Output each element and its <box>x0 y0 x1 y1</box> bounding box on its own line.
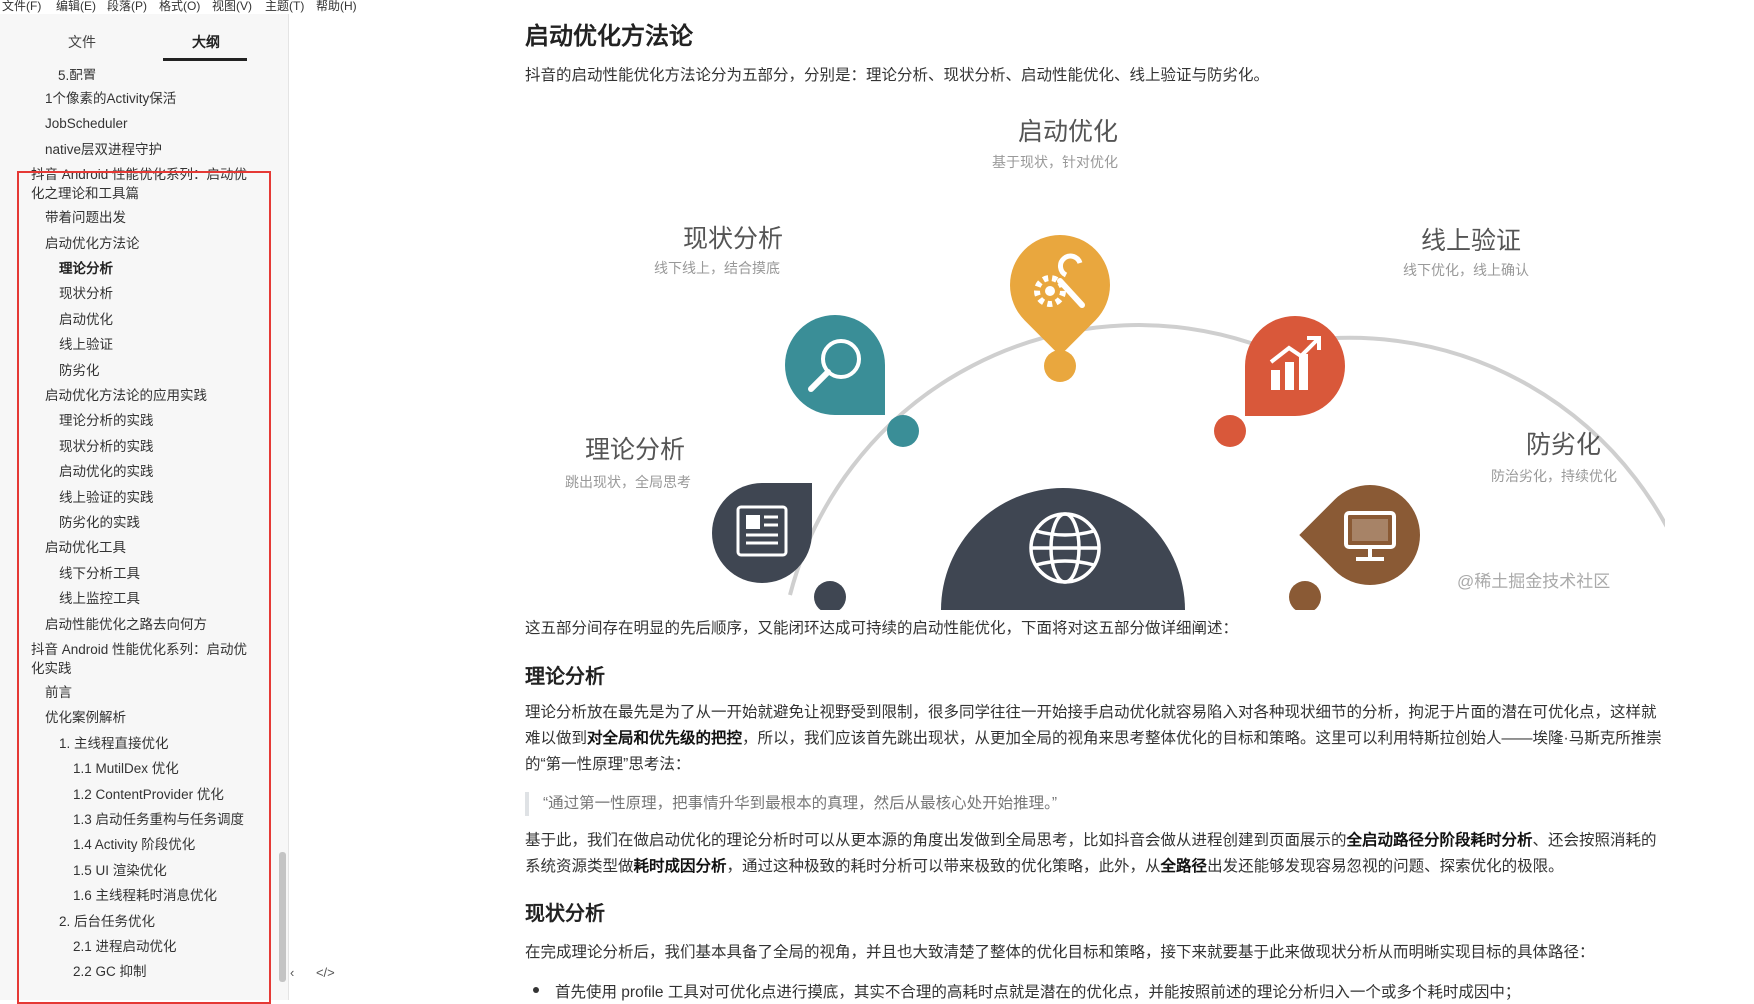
outline-item[interactable]: 线上验证 <box>59 335 113 355</box>
node-sub-startup-opt: 基于现状，针对优化 <box>992 154 1118 170</box>
outline-item[interactable]: 启动优化的实践 <box>59 462 154 482</box>
sidebar-scrollbar-thumb[interactable] <box>279 852 286 982</box>
heading-theory: 理论分析 <box>525 666 605 688</box>
menu-paragraph[interactable]: 段落(P) <box>107 0 147 12</box>
methodology-diagram: 启动优化 基于现状，针对优化 现状分析 线下线上，结合摸底 线上验证 线下优化，… <box>525 100 1697 613</box>
bullet-status-profile: 首先使用 profile 工具对可优化点进行摸底，其实不合理的高耗时点就是潜在的… <box>555 984 1521 1001</box>
outline-item[interactable]: 1.6 主线程耗时消息优化 <box>73 886 217 906</box>
menu-file[interactable]: 文件(F) <box>2 0 41 12</box>
node-sub-status: 线下线上，结合摸底 <box>654 260 780 276</box>
paragraph-status-1: 在完成理论分析后，我们基本具备了全局的视角，并且也大致清楚了整体的优化目标和策略… <box>525 944 1595 961</box>
outline-item[interactable]: 理论分析 <box>59 259 113 279</box>
outline-item[interactable]: 2.1 进程启动优化 <box>73 937 177 957</box>
outline-item[interactable]: 带着问题出发 <box>45 208 126 228</box>
watermark: @稀土掘金技术社区 <box>1457 572 1611 591</box>
tools-pin <box>1010 235 1110 356</box>
node-title-anti-degrade: 防劣化 <box>1526 431 1602 459</box>
search-pin <box>785 315 885 415</box>
outline-item[interactable]: 1.2 ContentProvider 优化 <box>73 785 224 805</box>
outline-item[interactable]: 启动优化 <box>59 310 113 330</box>
outline-item[interactable]: 线下分析工具 <box>59 564 140 584</box>
intro-paragraph: 抖音的启动性能优化方法论分为五部分，分别是：理论分析、现状分析、启动性能优化、线… <box>525 67 1270 84</box>
menu-view[interactable]: 视图(V) <box>212 0 252 12</box>
tab-outline[interactable]: 大纲 <box>192 32 220 52</box>
outline-partial-item-container: 5.配置 <box>0 64 270 80</box>
menu-edit[interactable]: 编辑(E) <box>56 0 96 12</box>
outline-item[interactable]: 启动性能优化之路去向何方 <box>45 615 207 635</box>
menu-theme[interactable]: 主题(T) <box>265 0 304 12</box>
diagram-graphics <box>712 235 1697 613</box>
arc-dot-left-bottom <box>814 581 846 613</box>
outline-item[interactable]: 线上监控工具 <box>59 589 140 609</box>
outline-item[interactable]: 线上验证的实践 <box>59 488 154 508</box>
node-title-status: 现状分析 <box>683 225 784 253</box>
paragraph-five-parts: 这五部分间存在明显的先后顺序，又能闭环达成可持续的启动性能优化，下面将对这五部分… <box>525 620 1239 637</box>
menu-format[interactable]: 格式(O) <box>159 0 200 12</box>
blockquote-first-principle: “通过第一性原理，把事情升华到最根本的真理，然后从最核心处开始推理。” <box>525 792 1665 816</box>
outline-item[interactable]: 理论分析的实践 <box>59 411 154 431</box>
source-mode-icon[interactable]: </> <box>316 965 335 980</box>
arc-dot-teal <box>887 415 919 447</box>
collapse-sidebar-icon[interactable]: ‹ <box>290 965 294 980</box>
outline-item[interactable]: 抖音 Android 性能优化系列：启动优化之理论和工具篇 <box>31 165 259 203</box>
outline-item[interactable]: 启动优化方法论的应用实践 <box>45 386 207 406</box>
heading-status: 现状分析 <box>525 903 605 925</box>
arc-dot-brown <box>1289 581 1321 613</box>
outline-item[interactable]: 启动优化方法论 <box>45 234 140 254</box>
heading-startup-methodology: 启动优化方法论 <box>525 23 693 50</box>
tab-files[interactable]: 文件 <box>68 32 96 52</box>
document-content: 启动优化方法论 抖音的启动性能优化方法论分为五部分，分别是：理论分析、现状分析、… <box>525 0 1697 1001</box>
bullet-dot <box>533 987 539 993</box>
newspaper-pin <box>712 483 812 583</box>
outline-item[interactable]: 2. 后台任务优化 <box>59 912 155 932</box>
outline-item[interactable]: 防劣化的实践 <box>59 513 140 533</box>
node-title-startup-opt: 启动优化 <box>1018 118 1119 146</box>
outline-item[interactable]: 优化案例解析 <box>45 708 126 728</box>
outline-item[interactable]: 1.1 MutilDex 优化 <box>73 759 179 779</box>
outline-item[interactable]: 1.4 Activity 阶段优化 <box>73 835 195 855</box>
outline-item[interactable]: 抖音 Android 性能优化系列：启动优化实践 <box>31 640 259 678</box>
node-title-online: 线上验证 <box>1421 227 1522 255</box>
node-sub-online: 线下优化，线上确认 <box>1403 262 1529 278</box>
outline-item[interactable]: JobScheduler <box>45 114 128 134</box>
outline-item[interactable]: 启动优化工具 <box>45 538 126 558</box>
outline-item[interactable]: 1个像素的Activity保活 <box>45 89 176 109</box>
outline-item[interactable]: 1. 主线程直接优化 <box>59 734 169 754</box>
monitor-pin <box>1299 485 1420 585</box>
outline-item[interactable]: 2.2 GC 抑制 <box>73 962 147 982</box>
paragraph-theory-2: 基于此，我们在做启动优化的理论分析时可以从更本源的角度出发做到全局思考，比如抖音… <box>525 832 1657 875</box>
sidebar: 文件 大纲 5.配置 1个像素的Activity保活 JobScheduler na… <box>0 14 289 1004</box>
outline-item[interactable]: 1.3 启动任务重构与任务调度 <box>73 810 244 830</box>
outline-item[interactable]: native层双进程守护 <box>45 140 162 160</box>
sidebar-footer: ‹ </> <box>290 965 353 980</box>
paragraph-theory-1: 理论分析放在最先是为了从一开始就避免让视野受到限制，很多同学往往一开始接手启动优… <box>525 704 1662 773</box>
outline-item-partial[interactable]: 5.配置 <box>58 66 96 80</box>
outline-item[interactable]: 防劣化 <box>59 361 100 381</box>
outline-item[interactable]: 前言 <box>45 683 72 703</box>
outline-item[interactable]: 现状分析 <box>59 284 113 304</box>
menu-help[interactable]: 帮助(H) <box>316 0 357 12</box>
node-sub-anti-degrade: 防治劣化，持续优化 <box>1491 468 1617 484</box>
outline-item[interactable]: 现状分析的实践 <box>59 437 154 457</box>
outline-item[interactable]: 1.5 UI 渲染优化 <box>73 861 167 881</box>
arc-dot-red <box>1214 415 1246 447</box>
node-title-theory: 理论分析 <box>585 436 686 464</box>
node-sub-theory: 跳出现状，全局思考 <box>565 474 691 490</box>
active-tab-indicator <box>163 58 247 61</box>
growth-chart-pin <box>1245 316 1345 416</box>
